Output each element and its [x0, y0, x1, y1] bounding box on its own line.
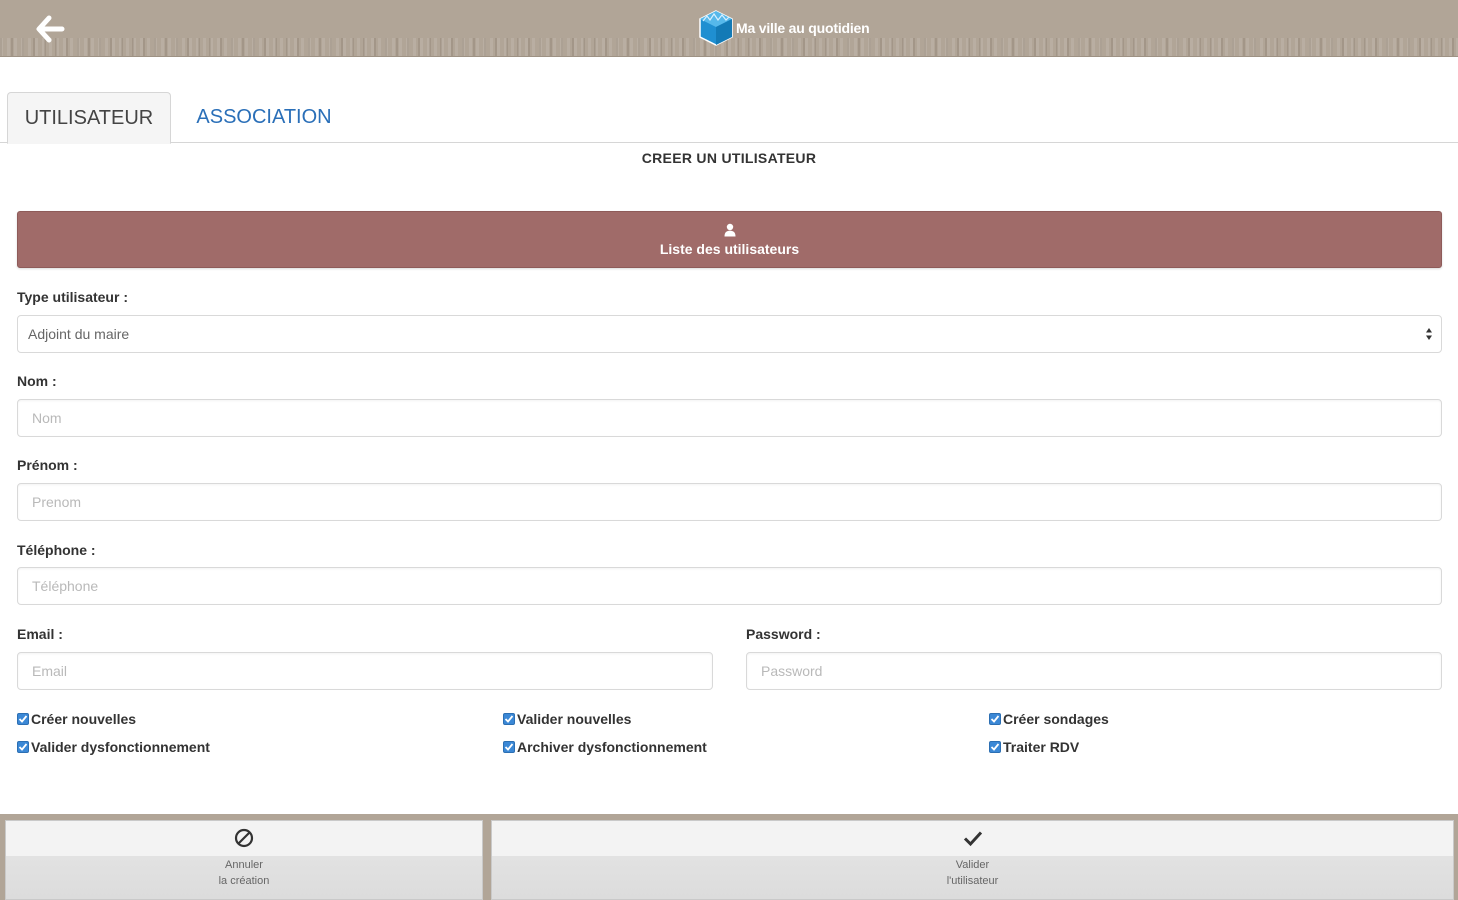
user-icon [724, 223, 735, 236]
permission-label: Créer sondages [1003, 711, 1109, 727]
arrow-left-icon [36, 15, 65, 43]
prenom-input[interactable] [17, 483, 1442, 521]
permission-valider-nouvelles[interactable]: Valider nouvelles [503, 711, 631, 727]
validate-label-line1: Valider [955, 859, 990, 871]
permission-valider-dysfonctionnement[interactable]: Valider dysfonctionnement [17, 739, 210, 755]
check-icon [963, 831, 982, 847]
page-title: CREER UN UTILISATEUR [641, 150, 817, 166]
type-utilisateur-value: Adjoint du maire [28, 326, 130, 342]
app-title: Ma ville au quotidien [736, 20, 870, 36]
prenom-label: Prénom : [17, 457, 78, 473]
checkbox-checked-icon[interactable] [989, 713, 1001, 725]
permission-archiver-dysfonctionnement[interactable]: Archiver dysfonctionnement [503, 739, 707, 755]
cancel-label-line1: Annuler [225, 859, 263, 871]
permission-label: Valider nouvelles [517, 711, 632, 727]
app-header: Ma ville au quotidien [0, 0, 1458, 57]
permission-label: Valider dysfonctionnement [31, 739, 210, 755]
permission-creer-sondages[interactable]: Créer sondages [989, 711, 1109, 727]
tab-utilisateur[interactable]: UTILISATEUR [7, 92, 171, 144]
tab-association[interactable]: ASSOCIATION [180, 92, 348, 143]
back-button[interactable] [30, 10, 70, 48]
type-utilisateur-select[interactable]: Adjoint du maire [17, 315, 1442, 353]
app-brand: Ma ville au quotidien [698, 8, 870, 48]
permission-label: Archiver dysfonctionnement [517, 739, 707, 755]
footer-bar: Annuler la création Valider l'utilisateu… [0, 814, 1458, 900]
select-arrows-icon [1426, 328, 1432, 340]
checkbox-checked-icon[interactable] [503, 741, 515, 753]
list-users-button[interactable]: Liste des utilisateurs [17, 211, 1442, 268]
permission-label: Traiter RDV [1003, 739, 1080, 755]
tab-bar: UTILISATEUR ASSOCIATION [0, 92, 1458, 144]
checkbox-checked-icon[interactable] [17, 713, 29, 725]
nom-input[interactable] [17, 399, 1442, 437]
cancel-button[interactable]: Annuler la création [5, 820, 483, 900]
checkbox-checked-icon[interactable] [503, 713, 515, 725]
cancel-label-line2: la création [218, 875, 270, 887]
permission-creer-nouvelles[interactable]: Créer nouvelles [17, 711, 136, 727]
telephone-input[interactable] [17, 567, 1442, 605]
password-label: Password : [746, 626, 821, 642]
checkbox-checked-icon[interactable] [17, 741, 29, 753]
checkbox-checked-icon[interactable] [989, 741, 1001, 753]
telephone-label: Téléphone : [17, 542, 96, 558]
type-utilisateur-label: Type utilisateur : [17, 289, 128, 305]
permission-label: Créer nouvelles [31, 711, 137, 727]
permission-traiter-rdv[interactable]: Traiter RDV [989, 739, 1079, 755]
password-input[interactable] [746, 652, 1442, 690]
cube-logo-icon [699, 10, 733, 46]
nom-label: Nom : [17, 373, 57, 389]
validate-label-line2: l'utilisateur [946, 875, 999, 887]
email-input[interactable] [17, 652, 713, 690]
email-label: Email : [17, 626, 63, 642]
ban-icon [234, 828, 254, 848]
validate-button[interactable]: Valider l'utilisateur [491, 820, 1454, 900]
list-users-label: Liste des utilisateurs [659, 240, 800, 257]
